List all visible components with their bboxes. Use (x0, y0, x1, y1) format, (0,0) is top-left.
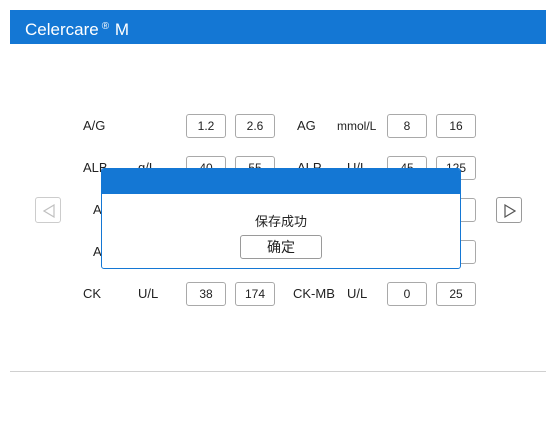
ok-button[interactable]: 确定 (240, 235, 322, 259)
app-window: Celercare ® M A/G 1.2 2.6 AG mmol/L 8 16 … (10, 10, 546, 421)
ckmb-low-input[interactable]: 0 (387, 282, 427, 306)
ag-high-input[interactable]: 16 (436, 114, 476, 138)
triangle-right-icon (504, 204, 516, 218)
dialog-header (102, 169, 460, 194)
app-title: Celercare ® M (25, 20, 129, 39)
triangle-left-icon (43, 204, 55, 218)
prev-page-button[interactable] (35, 197, 61, 223)
ag-low-input[interactable]: 8 (387, 114, 427, 138)
param-unit-ckmb: U/L (347, 286, 368, 301)
param-name-ag-ratio: A/G (83, 118, 106, 133)
param-name-ag: AG (297, 118, 316, 133)
param-unit-ck: U/L (138, 286, 159, 301)
ag-ratio-low-input[interactable]: 1.2 (186, 114, 226, 138)
save-success-dialog: 保存成功 确定 (101, 168, 461, 269)
ck-low-input[interactable]: 38 (186, 282, 226, 306)
param-name-ck: CK (83, 286, 102, 301)
ck-high-input[interactable]: 174 (235, 282, 275, 306)
ag-ratio-high-input[interactable]: 2.6 (235, 114, 275, 138)
next-page-button[interactable] (496, 197, 522, 223)
ckmb-high-input[interactable]: 25 (436, 282, 476, 306)
dialog-message: 保存成功 (254, 214, 307, 229)
title-bar: Celercare ® M (10, 10, 546, 44)
param-unit-ag: mmol/L (337, 119, 377, 133)
footer-divider (10, 371, 546, 372)
param-name-ckmb: CK-MB (293, 286, 335, 301)
